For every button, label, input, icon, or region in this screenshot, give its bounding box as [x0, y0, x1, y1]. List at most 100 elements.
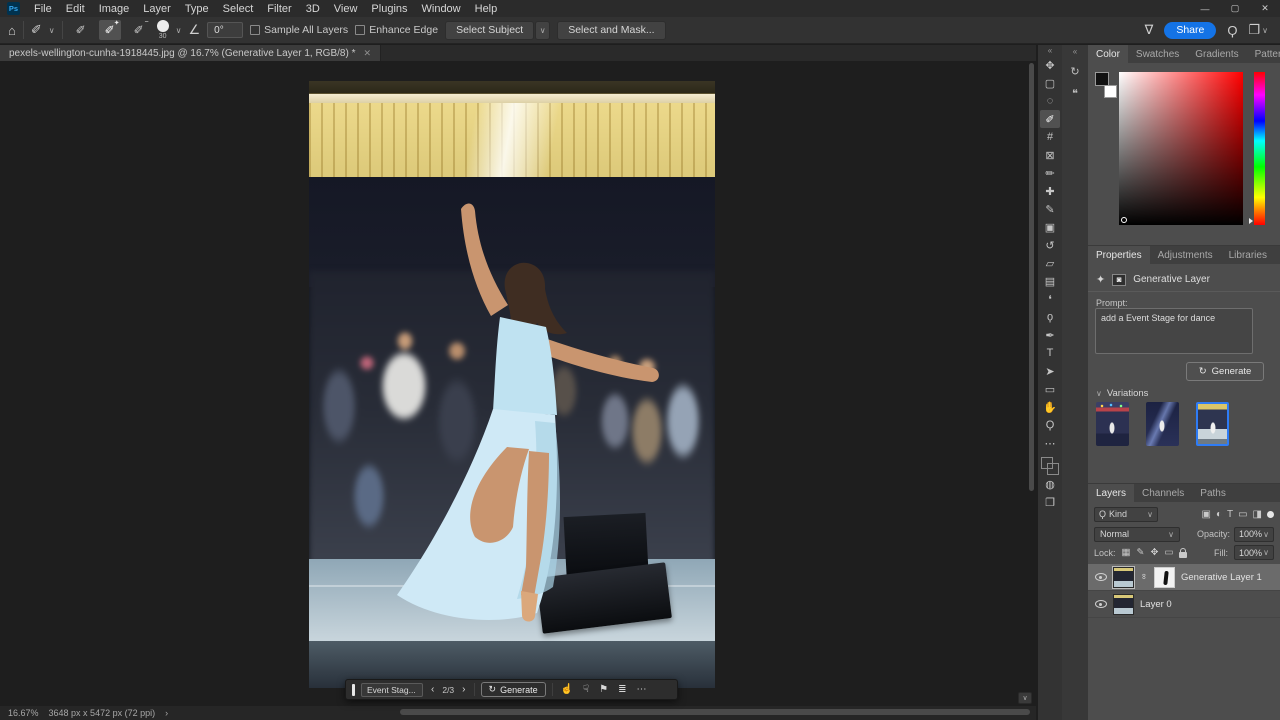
filter-adjustment-icon[interactable]: ◐ — [1216, 509, 1222, 520]
status-chevron-icon[interactable]: › — [165, 708, 168, 718]
marquee-tool[interactable]: ▢ — [1040, 74, 1060, 92]
history-brush-tool[interactable]: ↺ — [1040, 236, 1060, 254]
path-selection-tool[interactable]: ➤ — [1040, 362, 1060, 380]
new-selection-mode-button[interactable]: ✐ — [70, 20, 92, 40]
select-subject-button[interactable]: Select Subject — [445, 21, 534, 40]
tab-libraries[interactable]: Libraries — [1221, 246, 1275, 264]
report-flag-icon[interactable]: ⚑ — [597, 684, 610, 695]
enhance-edge-checkbox[interactable]: Enhance Edge — [355, 24, 438, 36]
variation-thumbnail-2[interactable] — [1146, 402, 1179, 446]
zoom-tool[interactable]: Ϙ — [1040, 416, 1060, 434]
crop-tool[interactable]: # — [1040, 128, 1060, 146]
hand-tool[interactable]: ✋ — [1040, 398, 1060, 416]
tab-properties[interactable]: Properties — [1088, 246, 1150, 264]
selection-brush-tool[interactable]: ✐ — [1040, 110, 1060, 128]
zoom-level-field[interactable]: 16.67% — [8, 708, 39, 718]
blend-mode-select[interactable]: Normal ∨ — [1094, 527, 1180, 542]
search-icon[interactable]: Ϙ — [1227, 23, 1237, 38]
tab-color[interactable]: Color — [1088, 45, 1128, 63]
workspace-switcher[interactable]: ❐ ∨ — [1248, 22, 1268, 38]
minimize-button[interactable]: — — [1190, 0, 1220, 17]
gradient-tool[interactable]: ▤ — [1040, 272, 1060, 290]
filter-kind-select[interactable]: Ϙ Kind ∨ — [1094, 507, 1158, 522]
brush-tool[interactable]: ✎ — [1040, 200, 1060, 218]
thumbs-up-icon[interactable]: ☝ — [559, 684, 575, 695]
pen-tool[interactable]: ✒ — [1040, 326, 1060, 344]
properties-toggle-icon[interactable]: ≣ — [616, 684, 628, 695]
beta-features-icon[interactable]: ∇ — [1145, 22, 1154, 38]
filter-smart-object-icon[interactable]: ◨ — [1253, 509, 1262, 520]
move-tool[interactable]: ✥ — [1040, 56, 1060, 74]
comments-panel-icon[interactable]: ❝ — [1072, 87, 1078, 100]
lock-all-icon[interactable] — [1179, 552, 1187, 558]
type-tool[interactable]: T — [1040, 344, 1060, 362]
variation-thumbnail-3-selected[interactable] — [1196, 402, 1229, 446]
filter-toggle-icon[interactable] — [1267, 511, 1274, 518]
canvas-photo[interactable] — [309, 81, 715, 688]
dodge-tool[interactable]: ϙ — [1040, 308, 1060, 326]
menu-plugins[interactable]: Plugins — [364, 0, 414, 17]
layer-mask-thumbnail[interactable] — [1154, 567, 1175, 588]
thumbs-down-icon[interactable]: ☟ — [581, 684, 591, 695]
history-panel-icon[interactable]: ↻ — [1070, 65, 1079, 78]
menu-type[interactable]: Type — [178, 0, 216, 17]
tool-preset-chevron-icon[interactable]: ∨ — [49, 26, 55, 35]
tab-gradients[interactable]: Gradients — [1187, 45, 1246, 63]
canvas-corner-widget[interactable]: ∨ — [1018, 692, 1032, 704]
tab-layers[interactable]: Layers — [1088, 484, 1134, 502]
variations-section-header[interactable]: ∨ Variations — [1096, 388, 1148, 399]
lock-transparency-icon[interactable]: ▦ — [1122, 547, 1131, 558]
blur-tool[interactable]: ❛ — [1040, 290, 1060, 308]
prompt-textarea[interactable]: add a Event Stage for dance — [1095, 308, 1253, 354]
color-swatch-pair[interactable] — [1095, 72, 1117, 98]
taskbar-generate-button[interactable]: ↻ Generate — [481, 682, 546, 697]
menu-layer[interactable]: Layer — [136, 0, 178, 17]
tab-close-icon[interactable]: ✕ — [363, 48, 371, 59]
hue-slider[interactable] — [1254, 72, 1265, 225]
brush-size-chevron-icon[interactable]: ∨ — [176, 26, 182, 35]
layer-row-layer-0[interactable]: Layer 0 — [1088, 591, 1280, 618]
foreground-color-swatch[interactable] — [1041, 457, 1053, 469]
eraser-tool[interactable]: ▱ — [1040, 254, 1060, 272]
tab-swatches[interactable]: Swatches — [1128, 45, 1187, 63]
eyedropper-tool[interactable]: ✏ — [1040, 164, 1060, 182]
lock-paint-icon[interactable]: ✎ — [1137, 547, 1145, 558]
menu-help[interactable]: Help — [468, 0, 505, 17]
menu-edit[interactable]: Edit — [59, 0, 92, 17]
expand-panels-icon[interactable]: « — [1073, 47, 1077, 56]
menu-file[interactable]: File — [27, 0, 59, 17]
color-picker-cursor[interactable] — [1121, 217, 1127, 223]
taskbar-prompt-field[interactable]: Event Stag... — [361, 683, 423, 697]
healing-brush-tool[interactable]: ✚ — [1040, 182, 1060, 200]
add-selection-mode-button[interactable]: ✐✦ — [99, 20, 121, 40]
share-button[interactable]: Share — [1164, 22, 1216, 39]
select-subject-chevron-button[interactable]: ∨ — [535, 21, 550, 40]
subtract-selection-mode-button[interactable]: ✐− — [128, 20, 150, 40]
rectangle-tool[interactable]: ▭ — [1040, 380, 1060, 398]
tab-adjustments[interactable]: Adjustments — [1150, 246, 1221, 264]
more-options-icon[interactable]: ⋯ — [635, 684, 649, 695]
menu-window[interactable]: Window — [415, 0, 468, 17]
tool-preset-icon[interactable]: ✐ — [31, 22, 42, 38]
lock-position-icon[interactable]: ✥ — [1150, 547, 1158, 558]
layer-thumbnail[interactable] — [1113, 567, 1134, 588]
sample-all-layers-checkbox[interactable]: Sample All Layers — [250, 24, 348, 36]
quick-mask-button[interactable]: ◍ — [1040, 475, 1060, 493]
visibility-eye-icon[interactable] — [1095, 573, 1107, 581]
color-swatch-pair[interactable] — [1041, 457, 1059, 475]
frame-tool[interactable]: ⊠ — [1040, 146, 1060, 164]
foreground-color-swatch[interactable] — [1095, 72, 1109, 86]
select-and-mask-button[interactable]: Select and Mask... — [557, 21, 665, 40]
document-tab[interactable]: pexels-wellington-cunha-1918445.jpg @ 16… — [0, 45, 381, 61]
lasso-tool[interactable]: ◌ — [1040, 92, 1060, 110]
background-color-swatch[interactable] — [1104, 85, 1117, 98]
menu-select[interactable]: Select — [216, 0, 261, 17]
edit-toolbar-icon[interactable]: ⋯ — [1040, 434, 1060, 452]
screen-mode-button[interactable]: ❐ — [1040, 493, 1060, 511]
close-button[interactable]: ✕ — [1250, 0, 1280, 17]
fill-field[interactable]: 100% ∨ — [1234, 545, 1274, 560]
menu-view[interactable]: View — [327, 0, 365, 17]
visibility-eye-icon[interactable] — [1095, 600, 1107, 608]
saturation-brightness-picker[interactable] — [1119, 72, 1243, 225]
tab-paths[interactable]: Paths — [1192, 484, 1234, 502]
